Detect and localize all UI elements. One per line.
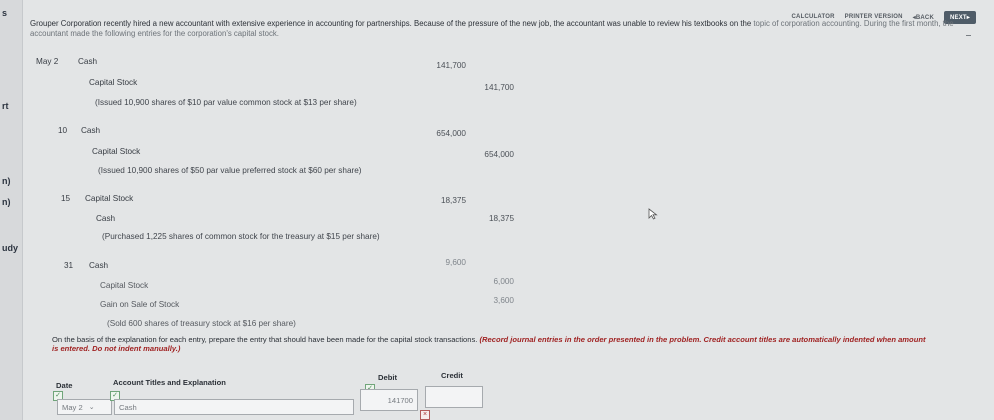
entry-debit-amount: 9,600 (445, 258, 467, 267)
debit-value: 141700 (387, 395, 413, 405)
entry-explanation: (Sold 600 shares of treasury stock at $1… (107, 319, 296, 328)
credit-input[interactable] (425, 386, 483, 408)
account-title-input[interactable]: Cash (114, 399, 354, 415)
entry-date: 15 (61, 194, 71, 203)
entry-credit-amount: 654,000 (484, 150, 514, 159)
sidebar-fragment[interactable]: s (2, 8, 7, 18)
header-account: Account Titles and Explanation (113, 378, 226, 387)
chevron-down-icon: ⌄ (88, 404, 95, 411)
entry-explanation: (Issued 10,900 shares of $10 par value c… (95, 98, 357, 107)
entry-credit-account: Gain on Sale of Stock (100, 300, 180, 309)
entry-explanation: (Issued 10,900 shares of $50 par value p… (98, 166, 362, 175)
header-date: Date (56, 381, 73, 390)
intro-text: Grouper Corporation recently hired a new… (30, 19, 752, 28)
mouse-cursor-icon (648, 208, 658, 220)
entry-date: 10 (58, 126, 68, 135)
sidebar-fragment[interactable]: rt (2, 101, 9, 111)
entry-debit-amount: 141,700 (436, 61, 466, 70)
entry-credit-amount: 6,000 (493, 277, 515, 286)
debit-input[interactable]: 141700 (360, 389, 418, 411)
entry-credit-amount: 18,375 (488, 214, 514, 223)
entry-debit-account: Capital Stock (85, 194, 134, 203)
entry-credit-account: Cash (96, 214, 116, 223)
instructions-text: On the basis of the explanation for each… (52, 335, 478, 344)
entry-debit-amount: 654,000 (436, 129, 466, 138)
sidebar-fragment[interactable]: n) (2, 197, 11, 207)
sidebar-fragment[interactable]: udy (2, 243, 18, 253)
entry-credit-account: Capital Stock (92, 147, 141, 156)
header-debit: Debit (378, 373, 397, 382)
instructions: On the basis of the explanation for each… (52, 335, 932, 353)
entry-credit-amount: 3,600 (493, 296, 515, 305)
left-sidebar: s rt n) n) udy (0, 0, 23, 420)
entry-date: May 2 (36, 57, 59, 66)
entry-debit-account: Cash (81, 126, 101, 135)
entry-explanation: (Purchased 1,225 shares of common stock … (102, 232, 380, 241)
entry-date: 31 (64, 261, 74, 270)
x-icon: × (420, 410, 430, 420)
sidebar-fragment[interactable]: n) (2, 176, 11, 186)
header-credit: Credit (441, 371, 463, 380)
divider (966, 35, 971, 36)
entry-credit-amount: 141,700 (484, 83, 514, 92)
date-select[interactable]: May 2 ⌄ (57, 399, 112, 415)
entry-credit-account: Capital Stock (89, 78, 138, 87)
entry-debit-amount: 18,375 (440, 196, 466, 205)
problem-intro: Grouper Corporation recently hired a new… (30, 19, 960, 38)
entry-debit-account: Cash (89, 261, 109, 270)
account-title-value: Cash (119, 402, 137, 412)
entry-debit-account: Cash (78, 57, 98, 66)
date-select-value: May 2 (62, 402, 83, 412)
entry-credit-account: Capital Stock (100, 281, 149, 290)
